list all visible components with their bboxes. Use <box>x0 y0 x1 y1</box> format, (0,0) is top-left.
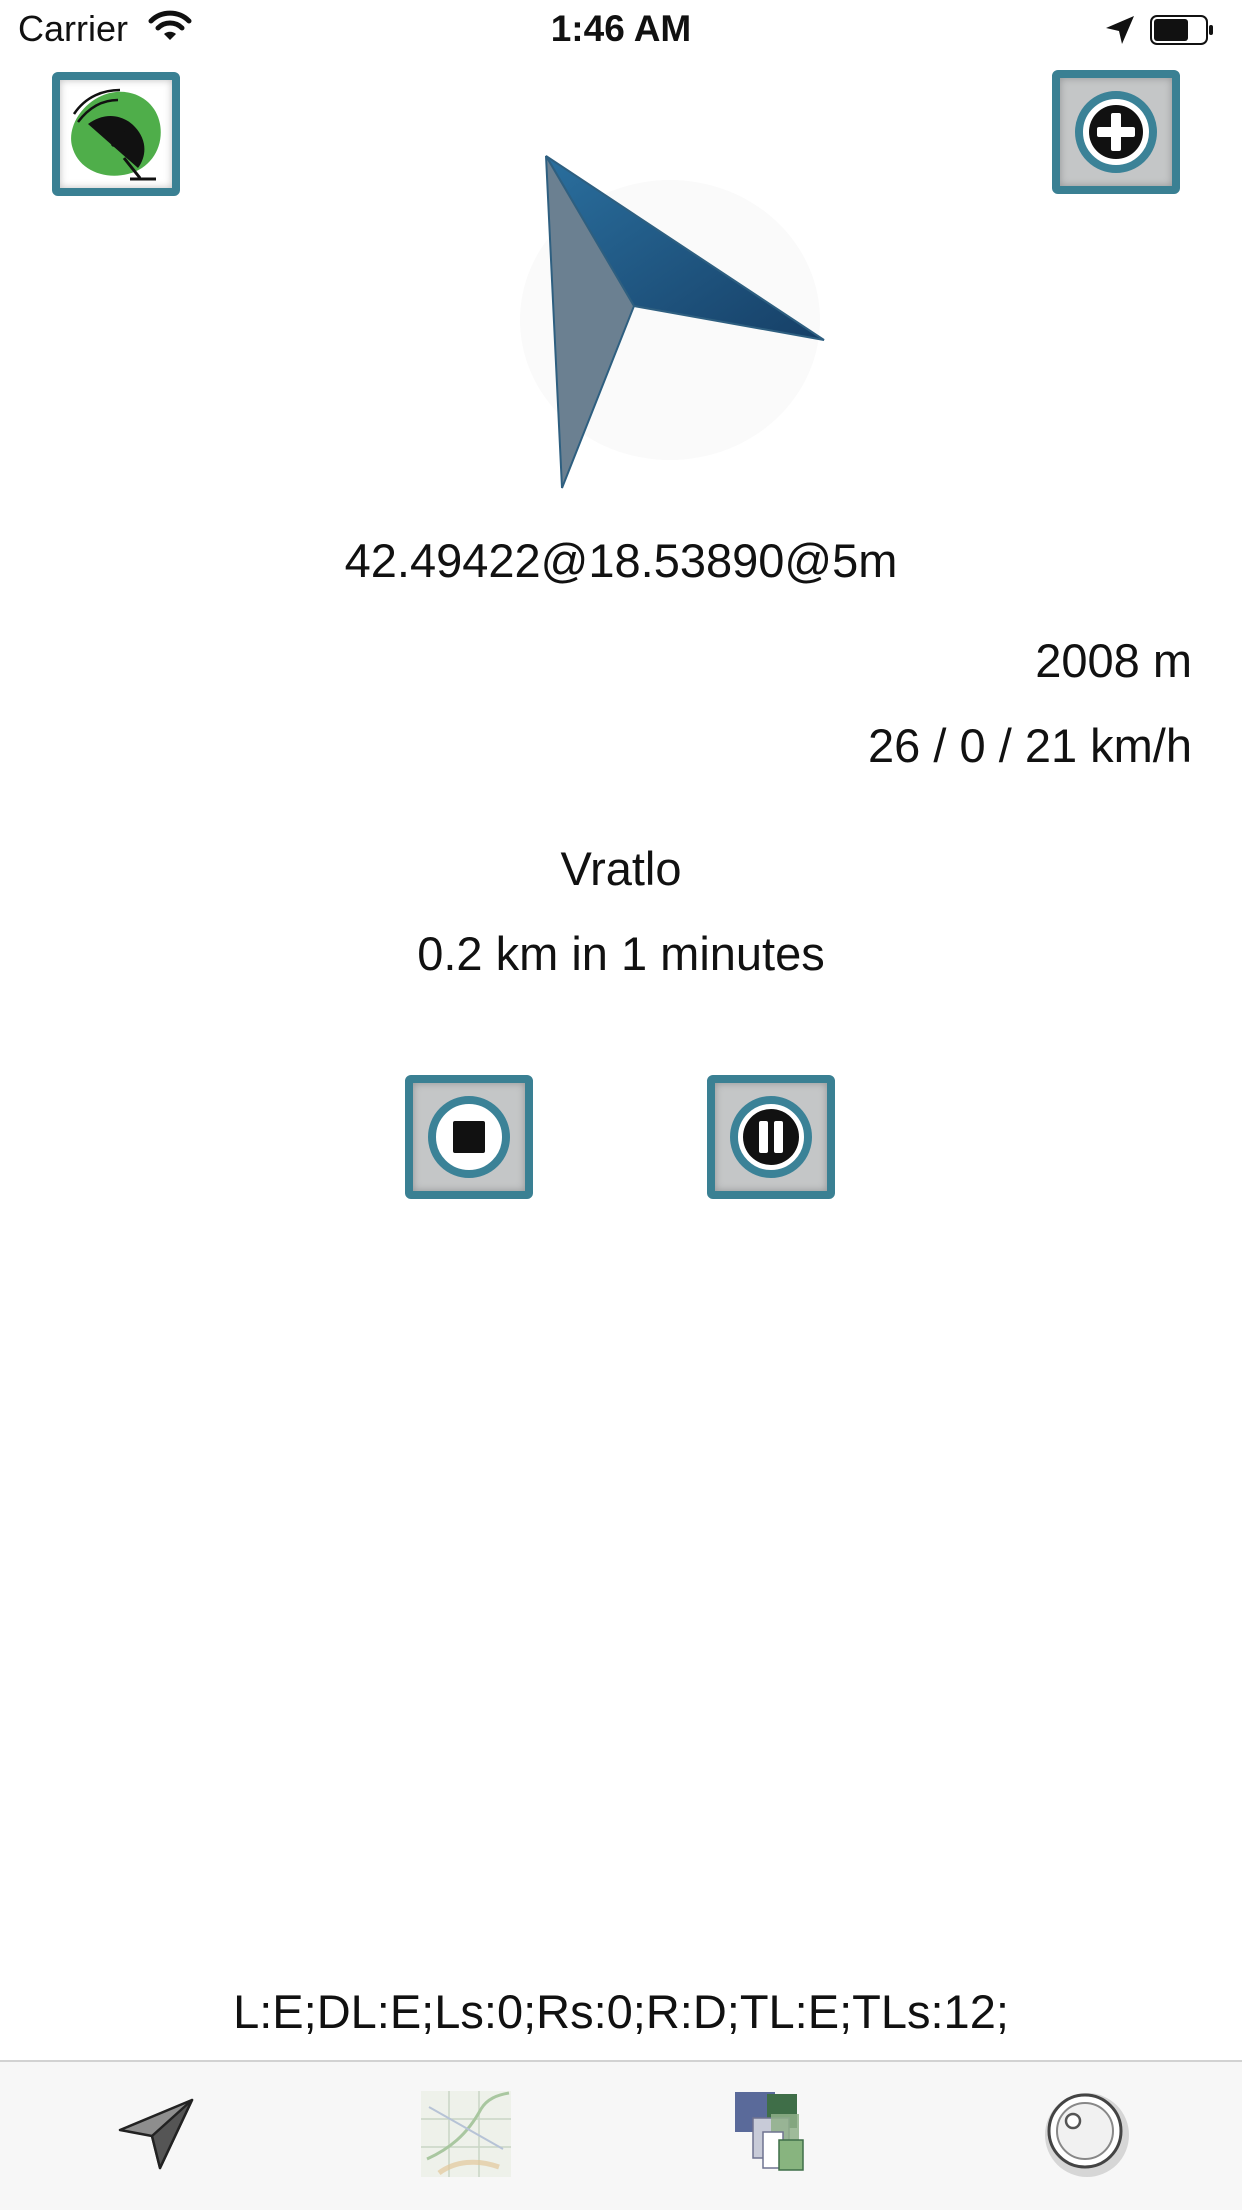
stop-icon <box>441 1109 497 1165</box>
tab-layers[interactable] <box>716 2082 836 2186</box>
debug-status-line: L:E;DL:E;Ls:0;Rs:0;R:D;TL:E;TLs:12; <box>233 1985 1009 2038</box>
status-bar: Carrier 1:46 AM <box>0 0 1242 60</box>
navigation-arrow-icon <box>118 2098 194 2170</box>
coordinates-readout: 42.49422@18.53890@5m <box>344 534 898 587</box>
altitude-readout: 2008 m <box>1035 634 1192 687</box>
layers-icon <box>735 2092 804 2171</box>
tab-navigation[interactable] <box>96 2082 216 2186</box>
settings-knob-icon <box>1045 2093 1129 2177</box>
tab-settings[interactable] <box>1026 2082 1146 2186</box>
destination-eta: 0.2 km in 1 minutes <box>417 927 825 980</box>
tab-bar <box>0 2060 1242 2210</box>
map-icon <box>421 2091 511 2177</box>
destination-name: Vratlo <box>560 842 682 895</box>
satellite-dish-icon <box>71 88 161 181</box>
status-time: 1:46 AM <box>550 8 692 49</box>
pause-icon <box>743 1109 799 1165</box>
pause-button[interactable] <box>707 1075 835 1199</box>
location-services-icon <box>1106 16 1134 44</box>
speed-readout: 26 / 0 / 21 km/h <box>868 719 1192 772</box>
stop-button[interactable] <box>405 1075 533 1199</box>
plus-icon <box>1089 105 1143 159</box>
battery-icon <box>1150 15 1213 45</box>
add-button[interactable] <box>1052 70 1180 194</box>
gps-satellite-button[interactable] <box>52 72 180 196</box>
heading-arrow-icon <box>520 155 825 489</box>
tab-map[interactable] <box>406 2082 526 2186</box>
